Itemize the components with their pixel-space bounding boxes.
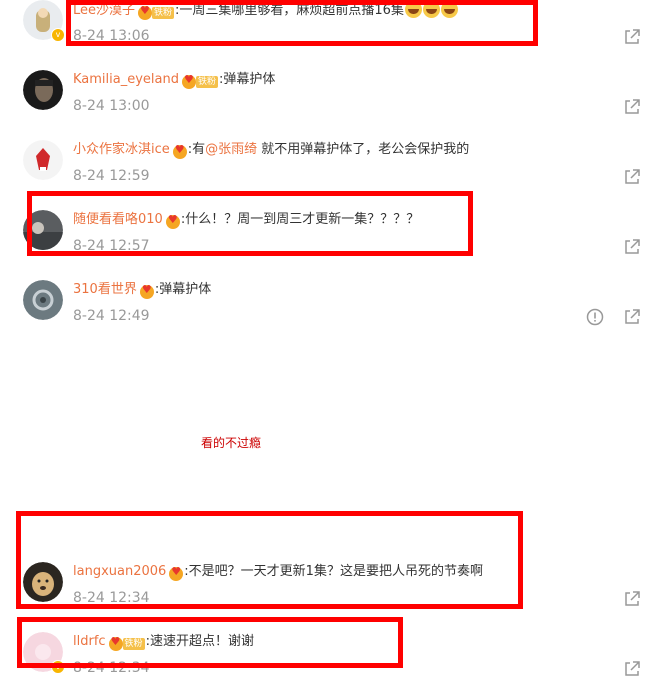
heart-icon — [139, 283, 154, 299]
annotation-box — [27, 191, 473, 256]
comment-text: :有 — [187, 142, 206, 157]
share-icon[interactable] — [623, 28, 641, 46]
comment-content: 310看世界 :弹幕护体 — [73, 281, 211, 299]
heart-icon — [172, 143, 187, 159]
share-icon[interactable] — [623, 308, 641, 326]
comment-time: 8-24 12:59 — [73, 168, 150, 184]
comment-time: 8-24 12:49 — [73, 308, 150, 324]
list-item: Kamilia_eyeland 铁粉:弹幕护体 8-24 13:00 — [0, 70, 651, 140]
report-icon[interactable] — [586, 308, 604, 326]
username-link[interactable]: Kamilia_eyeland — [73, 72, 179, 87]
avatar[interactable] — [23, 70, 63, 110]
avatar[interactable] — [23, 140, 63, 180]
comment-content: 小众作家冰淇ice :有@张雨绮 就不用弹幕护体了，老公会保护我的 — [73, 141, 469, 159]
username-link[interactable]: 小众作家冰淇ice — [73, 142, 170, 157]
comment-text: 就不用弹幕护体了，老公会保护我的 — [257, 142, 470, 157]
comment-text: :弹幕护体 — [219, 72, 276, 87]
username-link[interactable]: 310看世界 — [73, 282, 137, 297]
heart-icon — [182, 73, 196, 89]
fan-badge[interactable] — [139, 283, 154, 299]
annotation-box — [66, 0, 538, 46]
fan-badge[interactable] — [172, 143, 187, 159]
comment-content: Kamilia_eyeland 铁粉:弹幕护体 — [73, 71, 275, 89]
share-icon[interactable] — [623, 168, 641, 186]
comment-text: :弹幕护体 — [154, 282, 212, 297]
share-icon[interactable] — [623, 238, 641, 256]
annotation-box — [17, 617, 403, 668]
comment-list: v Lee沙漠子铁粉:一周三集哪里够看，麻烦超前点播16集 8-24 13:06… — [0, 0, 651, 685]
comment-time: 8-24 13:00 — [73, 98, 150, 114]
list-item: 310看世界 :弹幕护体 8-24 12:49 — [0, 280, 651, 350]
fan-badge-label: 铁粉 — [196, 76, 219, 88]
mention-link[interactable]: @张雨绮 — [205, 142, 257, 157]
share-icon[interactable] — [623, 590, 641, 608]
overlay-annotation-text: 看的不过瘾 — [201, 436, 262, 450]
annotation-box — [16, 511, 523, 609]
fan-badge[interactable]: 铁粉 — [182, 73, 219, 89]
share-icon[interactable] — [623, 660, 641, 678]
verified-icon: v — [51, 28, 65, 42]
avatar[interactable] — [23, 280, 63, 320]
share-icon[interactable] — [623, 98, 641, 116]
